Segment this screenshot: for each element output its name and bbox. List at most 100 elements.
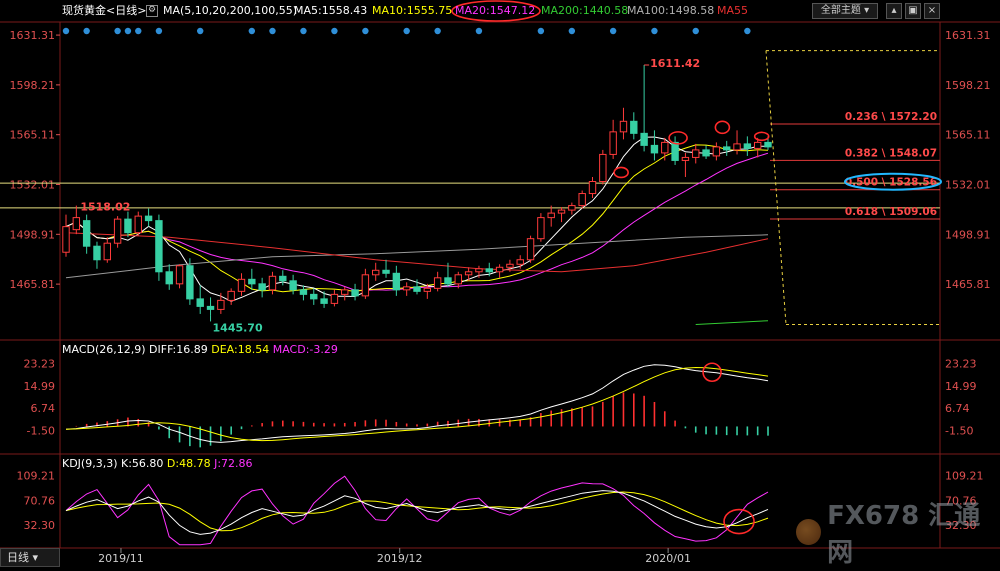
- candle-body: [113, 218, 122, 244]
- candle-body: [134, 215, 142, 234]
- candle-body: [144, 215, 153, 222]
- candle-body: [578, 193, 586, 207]
- signal-dot: [651, 27, 658, 35]
- y-tick-label-left: 1465.81: [10, 278, 56, 291]
- close-button[interactable]: ×: [924, 3, 940, 19]
- kdj-y-tick-left: 70.76: [24, 494, 56, 507]
- candle-body: [268, 275, 277, 291]
- candle-body: [692, 149, 700, 158]
- macd-y-tick-right: 14.99: [945, 380, 977, 393]
- chevron-up-icon: ▴: [891, 5, 897, 16]
- y-tick-label-left: 1532.01: [10, 178, 56, 191]
- chart-background: [0, 22, 1000, 567]
- candle-body: [175, 265, 184, 285]
- candle-body: [341, 289, 349, 295]
- candle-body: [630, 120, 638, 134]
- x-tick-label: 2019/11: [98, 552, 144, 565]
- chevron-down-icon: ▾: [864, 5, 870, 16]
- ma100-label: MA100:1498.58: [627, 4, 715, 17]
- kdj-j-label: J:72.86: [214, 457, 253, 470]
- candle-body: [537, 217, 545, 240]
- signal-dot: [197, 27, 204, 35]
- watermark-text: FX678 汇通网: [827, 501, 981, 568]
- kdj-header: KDJ(9,3,3) K:56.80 D:48.78 J:72.86: [62, 457, 253, 470]
- signal-dot: [362, 27, 369, 35]
- ma55-label: MA55: [717, 4, 749, 17]
- candle-body: [413, 286, 421, 292]
- candle-body: [330, 293, 339, 304]
- close-icon: ×: [927, 5, 937, 16]
- candle-body: [609, 131, 617, 155]
- candle-body: [62, 226, 70, 253]
- candle-body: [237, 278, 246, 292]
- candle-body: [485, 268, 493, 273]
- candle-body: [681, 156, 690, 161]
- kdj-y-tick-right: 109.21: [945, 470, 984, 483]
- candle-body: [454, 274, 462, 285]
- ma5-label: MA5:1558.43: [294, 4, 368, 17]
- candle-body: [392, 272, 401, 291]
- peak-annotation: 1518.02: [80, 201, 130, 214]
- macd-y-tick-right: 6.74: [945, 402, 970, 415]
- instrument-label[interactable]: 现货黄金<日线>: [62, 0, 146, 22]
- candle-body: [72, 217, 81, 231]
- macd-y-tick-left: 23.23: [24, 358, 56, 371]
- y-tick-label-left: 1631.31: [10, 29, 56, 42]
- candle-body: [279, 275, 287, 282]
- ma10-label: MA10:1555.75: [372, 4, 453, 17]
- signal-dot: [124, 27, 132, 35]
- signal-dot: [403, 27, 410, 35]
- candle-body: [733, 143, 741, 151]
- settings-icon[interactable]: ⚙: [146, 5, 158, 17]
- signal-dot: [568, 27, 576, 35]
- y-tick-label-right: 1532.01: [945, 178, 991, 191]
- signal-dot: [692, 27, 699, 35]
- candle-body: [650, 144, 659, 154]
- macd-header: MACD(26,12,9) DIFF:16.89 DEA:18.54 MACD:…: [62, 343, 338, 356]
- signal-dot: [331, 27, 338, 35]
- candle-body: [640, 132, 648, 146]
- candle-body: [475, 268, 483, 273]
- candle-body: [764, 141, 772, 148]
- fib-level-label: 0.236 \ 1572.20: [845, 111, 937, 123]
- brand-logo-icon: [796, 519, 822, 545]
- candle-body: [217, 299, 225, 310]
- signal-dot: [135, 27, 142, 35]
- macd-y-tick-left: -1.50: [27, 425, 55, 438]
- y-tick-label-right: 1598.21: [945, 79, 991, 92]
- kdj-k-label: K:56.80: [121, 457, 164, 470]
- chevron-down-icon: ▾: [32, 551, 39, 564]
- candle-body: [702, 149, 710, 157]
- candle-body: [495, 266, 504, 273]
- theme-dropdown[interactable]: 全部主题 ▾: [812, 3, 878, 19]
- restore-button[interactable]: ▣: [905, 3, 921, 19]
- candle-body: [382, 269, 390, 274]
- macd-dea-label: DEA:18.54: [211, 343, 270, 356]
- candle-body: [186, 265, 194, 300]
- kdj-y-tick-left: 32.30: [24, 519, 56, 532]
- macd-y-tick-left: 14.99: [24, 380, 56, 393]
- candle-body: [258, 283, 266, 291]
- macd-y-tick-right: 23.23: [945, 358, 977, 371]
- candle-body: [506, 263, 514, 268]
- y-tick-label-right: 1565.11: [945, 129, 991, 142]
- candle-body: [753, 141, 762, 149]
- candle-body: [320, 298, 328, 304]
- signal-dot: [475, 27, 483, 35]
- candle-body: [124, 218, 132, 234]
- signal-dot: [744, 27, 751, 35]
- collapse-button[interactable]: ▴: [886, 3, 902, 19]
- candle-body: [310, 293, 318, 300]
- kdj-params-label: KDJ(9,3,3): [62, 457, 118, 470]
- signal-dot: [434, 27, 441, 35]
- candle-body: [361, 274, 370, 297]
- chart-svg: 1631.31 1631.31 1598.21 1598.21 1565.11 1565.…: [0, 0, 1000, 567]
- candle-body: [619, 120, 628, 133]
- candle-body: [712, 146, 721, 157]
- period-selector[interactable]: 日线 ▾: [0, 548, 60, 567]
- candle-body: [93, 245, 101, 261]
- candle-body: [82, 220, 91, 247]
- macd-diff-label: DIFF:16.89: [149, 343, 208, 356]
- candle-body: [351, 289, 359, 297]
- candle-body: [547, 212, 555, 219]
